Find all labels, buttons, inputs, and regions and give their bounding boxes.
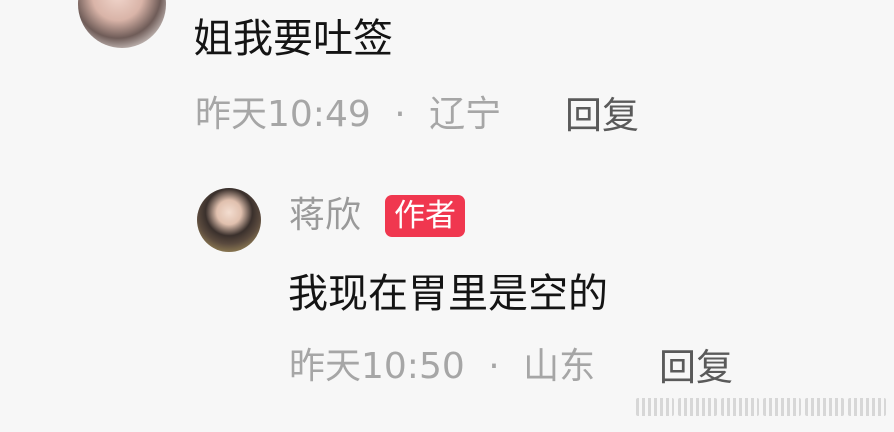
- meta-separator: ·: [394, 94, 406, 135]
- author-badge: 作者: [385, 195, 465, 237]
- reply-meta: 昨天10:50 · 山东: [289, 349, 595, 385]
- reply-button[interactable]: 回复: [659, 349, 733, 386]
- meta-separator: ·: [488, 346, 500, 387]
- comment-location: 辽宁: [429, 94, 502, 135]
- reply-location: 山东: [523, 346, 596, 387]
- reply-button[interactable]: 回复: [565, 97, 639, 134]
- comment-text: 姐我要吐签: [193, 16, 393, 62]
- comment-time: 昨天10:49: [195, 94, 371, 135]
- author-avatar[interactable]: [197, 188, 261, 252]
- reply-text: 我现在胃里是空的: [288, 271, 608, 317]
- commenter-avatar[interactable]: [78, 0, 166, 48]
- reply-time: 昨天10:50: [289, 346, 465, 387]
- author-name[interactable]: 蒋欣: [289, 198, 361, 234]
- watermark: [636, 398, 886, 416]
- comment-meta: 昨天10:49 · 辽宁: [195, 97, 501, 133]
